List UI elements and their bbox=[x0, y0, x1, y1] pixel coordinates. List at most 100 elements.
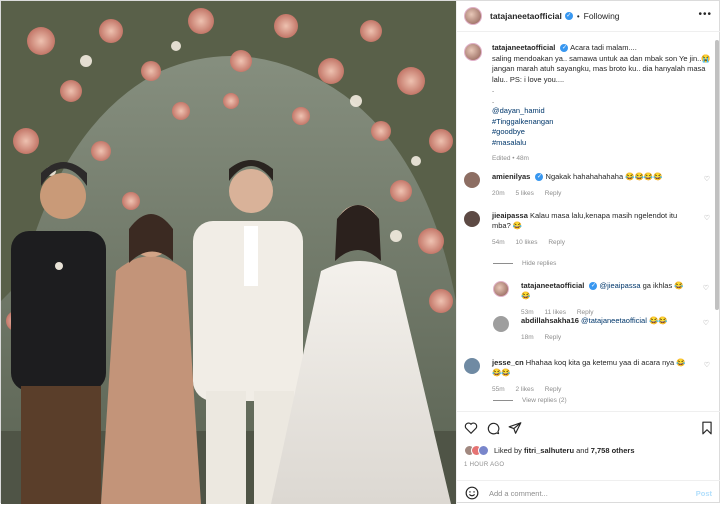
reply-button[interactable]: Reply bbox=[548, 239, 565, 246]
post-time-ago[interactable]: 1 HOUR AGO bbox=[464, 462, 504, 468]
comment-text: Ngakak hahahahahaha bbox=[545, 172, 624, 181]
reply-body: tatajaneetaofficial ✓ @jieaipassa ga ikh… bbox=[521, 281, 691, 318]
reply-button[interactable]: Reply bbox=[577, 309, 594, 316]
caption-tag-tinggalkenangan[interactable]: #Tinggalkenangan bbox=[492, 117, 714, 128]
comment-text: Hhahaa koq kita ga ketemu yaa di acara n… bbox=[525, 358, 675, 367]
commenter-avatar[interactable] bbox=[464, 358, 480, 374]
reply-button[interactable]: Reply bbox=[544, 334, 561, 341]
comment-body: jieaipassa Kalau masa lalu,kenapa masih … bbox=[492, 211, 692, 248]
thread-line bbox=[493, 263, 513, 264]
heart-icon[interactable]: ♡ bbox=[703, 319, 709, 327]
likes-summary: Liked by fitri_salhuteru and 7,758 other… bbox=[464, 445, 635, 456]
comment-body: jesse_cn Hhahaa koq kita ga ketemu yaa d… bbox=[492, 358, 692, 395]
instagram-post-modal: tatajaneetaofficial ✓ • Following ••• ta… bbox=[0, 0, 720, 504]
comment-meta: 54m 10 likes Reply bbox=[492, 238, 692, 248]
replier-avatar[interactable] bbox=[493, 316, 509, 332]
comment-input[interactable]: Add a comment... bbox=[489, 489, 669, 498]
caption-tag-masalalu[interactable]: #masalalu bbox=[492, 138, 714, 149]
comment-item: jieaipassa Kalau masa lalu,kenapa masih … bbox=[464, 211, 716, 248]
comment-time[interactable]: 20m bbox=[492, 190, 505, 197]
comments-scroll-area[interactable]: tatajaneetaofficial ✓ Acara tadi malam..… bbox=[457, 33, 720, 411]
thread-line bbox=[493, 400, 513, 401]
add-comment-row: Add a comment... Post bbox=[457, 480, 720, 505]
comment-username[interactable]: jieaipassa bbox=[492, 211, 528, 220]
comment-icon[interactable] bbox=[486, 421, 500, 435]
reply-item: tatajaneetaofficial ✓ @jieaipassa ga ikh… bbox=[493, 281, 715, 318]
heart-icon[interactable] bbox=[464, 421, 478, 435]
hide-replies-button[interactable]: Hide replies bbox=[493, 260, 556, 267]
reply-button[interactable]: Reply bbox=[545, 190, 562, 197]
reply-username[interactable]: abdillahsakha16 bbox=[521, 316, 579, 325]
comment-meta: 20m 5 likes Reply bbox=[492, 189, 692, 199]
caption-body: tatajaneetaofficial ✓ Acara tadi malam..… bbox=[492, 43, 714, 165]
wedding-photo-illustration bbox=[1, 1, 456, 504]
comment-emoji: 😂😂😂😂 bbox=[625, 172, 663, 181]
reply-username[interactable]: tatajaneetaofficial bbox=[521, 281, 584, 290]
reply-time[interactable]: 53m bbox=[521, 309, 534, 316]
bookmark-icon[interactable] bbox=[700, 421, 714, 435]
action-icons bbox=[464, 421, 714, 437]
heart-icon[interactable]: ♡ bbox=[704, 361, 710, 369]
heart-icon[interactable]: ♡ bbox=[703, 284, 709, 292]
comment-likes[interactable]: 5 likes bbox=[515, 190, 533, 197]
comment-item: amienilyas ✓ Ngakak hahahahahaha 😂😂😂😂 20… bbox=[464, 172, 716, 199]
verified-badge-icon: ✓ bbox=[560, 44, 569, 53]
caption-text-5: . bbox=[492, 95, 495, 105]
scrollbar-thumb[interactable] bbox=[715, 40, 719, 310]
reply-meta: 18m Reply bbox=[521, 333, 691, 343]
comment-likes[interactable]: 2 likes bbox=[515, 386, 533, 393]
edited-label: Edited bbox=[492, 155, 511, 162]
reply-likes[interactable]: 11 likes bbox=[544, 309, 566, 316]
replier-avatar[interactable] bbox=[493, 281, 509, 297]
liked-by-user[interactable]: fitri_salhuteru bbox=[524, 446, 574, 455]
comment-time[interactable]: 55m bbox=[492, 386, 505, 393]
caption-text-1: Acara tadi malam.... bbox=[570, 43, 637, 52]
reply-button[interactable]: Reply bbox=[545, 386, 562, 393]
caption-avatar[interactable] bbox=[464, 43, 482, 61]
post-sidebar: tatajaneetaofficial ✓ • Following ••• ta… bbox=[456, 1, 720, 504]
commenter-avatar[interactable] bbox=[464, 211, 480, 227]
reply-time[interactable]: 18m bbox=[521, 334, 534, 341]
comment-username[interactable]: amienilyas bbox=[492, 172, 530, 181]
reply-body: abdillahsakha16 @tatajaneetaofficial 😂😂 … bbox=[521, 316, 691, 343]
heart-icon[interactable]: ♡ bbox=[704, 175, 710, 183]
comment-username[interactable]: jesse_cn bbox=[492, 358, 524, 367]
commenter-avatar[interactable] bbox=[464, 172, 480, 188]
caption-tag-goodbye[interactable]: #goodbye bbox=[492, 127, 714, 138]
share-icon[interactable] bbox=[508, 421, 522, 435]
likes-count[interactable]: 7,758 others bbox=[591, 446, 635, 455]
hide-replies-label: Hide replies bbox=[522, 260, 557, 267]
liker-avatar[interactable] bbox=[478, 445, 489, 456]
reply-item: abdillahsakha16 @tatajaneetaofficial 😂😂 … bbox=[493, 316, 715, 343]
post-header: tatajaneetaofficial ✓ • Following ••• bbox=[457, 1, 720, 32]
post-photo[interactable] bbox=[1, 1, 456, 504]
reply-mention[interactable]: @tatajaneetaofficial bbox=[581, 316, 647, 325]
comment-emoji: 😂 bbox=[512, 221, 523, 230]
post-button[interactable]: Post bbox=[696, 489, 712, 498]
reply-mention[interactable]: @jieaipassa bbox=[600, 281, 641, 290]
verified-badge-icon: ✓ bbox=[589, 282, 598, 291]
caption-age: 48m bbox=[516, 155, 529, 162]
caption-text-3: jangan marah atuh sayangku, mas broto ku… bbox=[492, 64, 706, 84]
post-actions: Liked by fitri_salhuteru and 7,758 other… bbox=[457, 411, 720, 504]
author-avatar[interactable] bbox=[464, 7, 482, 25]
caption-username[interactable]: tatajaneetaofficial bbox=[492, 43, 555, 52]
separator-dot: • bbox=[576, 11, 580, 21]
heart-icon[interactable]: ♡ bbox=[704, 214, 710, 222]
view-replies-label: View replies (2) bbox=[522, 397, 567, 404]
emoji-icon[interactable] bbox=[465, 486, 479, 500]
more-icon[interactable]: ••• bbox=[698, 9, 712, 20]
caption-text-2: saling mendoakan ya.. samawa untuk aa da… bbox=[492, 53, 702, 63]
comment-likes[interactable]: 10 likes bbox=[515, 239, 537, 246]
caption-tag-dayan[interactable]: @dayan_hamid bbox=[492, 106, 714, 117]
following-button[interactable]: Following bbox=[584, 11, 620, 21]
caption-text-4: . bbox=[492, 85, 495, 94]
comment-item: jesse_cn Hhahaa koq kita ga ketemu yaa d… bbox=[464, 358, 716, 395]
comment-body: amienilyas ✓ Ngakak hahahahahaha 😂😂😂😂 20… bbox=[492, 172, 692, 199]
view-replies-button[interactable]: View replies (2) bbox=[493, 397, 567, 404]
reply-emoji: 😂😂 bbox=[649, 316, 668, 325]
comment-time[interactable]: 54m bbox=[492, 239, 505, 246]
scrollbar[interactable] bbox=[714, 34, 720, 410]
reply-text: ga ikhlas bbox=[642, 281, 673, 290]
author-username[interactable]: tatajaneetaofficial bbox=[490, 11, 562, 21]
